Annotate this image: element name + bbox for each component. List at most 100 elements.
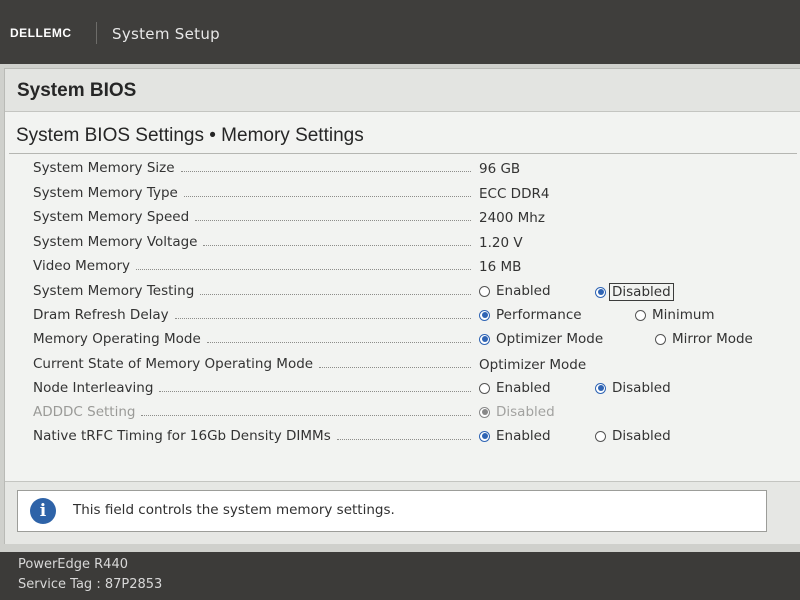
leader-dots — [174, 318, 471, 319]
setting-label-text: System Memory Voltage — [33, 234, 198, 250]
setting-value: 1.20 V — [479, 235, 523, 251]
setting-label: System Memory Voltage — [33, 234, 471, 250]
setting-row-dram-refresh-delay[interactable]: Dram Refresh Delay Performance Minimum — [5, 304, 800, 328]
setting-row-system-memory-voltage: System Memory Voltage 1.20 V — [5, 231, 800, 255]
setting-label: ADDDC Setting — [33, 404, 471, 420]
radio-selected-icon — [479, 406, 490, 418]
leader-dots — [200, 294, 471, 295]
radio-option-disabled[interactable]: Disabled — [595, 283, 674, 301]
setting-label-text: System Memory Size — [33, 160, 175, 176]
radio-option-label: Disabled — [609, 283, 674, 301]
service-tag: Service Tag : 87P2853 — [18, 577, 163, 592]
settings-panel: System BIOS System BIOS Settings • Memor… — [4, 68, 800, 544]
setting-row-adddc-setting: ADDDC Setting Disabled — [5, 401, 800, 425]
section-title-bar: System BIOS — [5, 69, 800, 112]
setting-label: Current State of Memory Operating Mode — [33, 356, 471, 372]
radio-option-label: Minimum — [652, 307, 715, 323]
radio-option-disabled[interactable]: Disabled — [595, 428, 671, 444]
app-title: System Setup — [112, 25, 220, 43]
radio-unselected-icon[interactable] — [635, 309, 646, 321]
leader-dots — [136, 269, 471, 270]
radio-option-label: Enabled — [496, 428, 551, 444]
system-model: PowerEdge R440 — [18, 557, 128, 572]
setting-row-native-trfc-timing-for-16gb-density-dimms[interactable]: Native tRFC Timing for 16Gb Density DIMM… — [5, 425, 800, 449]
leader-dots — [180, 171, 471, 172]
radio-option-label: Disabled — [612, 428, 671, 444]
help-text: This field controls the system memory se… — [73, 502, 395, 518]
setting-value: 16 MB — [479, 259, 522, 275]
leader-dots — [141, 415, 471, 416]
setting-label: Dram Refresh Delay — [33, 307, 471, 323]
setting-label-text: ADDDC Setting — [33, 404, 136, 420]
setting-label: Node Interleaving — [33, 380, 471, 396]
setting-row-video-memory: Video Memory 16 MB — [5, 255, 800, 279]
setting-label-text: Memory Operating Mode — [33, 331, 201, 347]
page-heading: System BIOS Settings • Memory Settings — [16, 125, 364, 146]
header-divider — [96, 22, 97, 44]
setting-row-system-memory-testing[interactable]: System Memory Testing Enabled Disabled — [5, 280, 800, 304]
setting-row-node-interleaving[interactable]: Node Interleaving Enabled Disabled — [5, 377, 800, 401]
setting-label: System Memory Testing — [33, 283, 471, 299]
info-icon: i — [30, 498, 56, 524]
setting-row-system-memory-speed: System Memory Speed 2400 Mhz — [5, 206, 800, 230]
radio-selected-icon[interactable] — [479, 309, 490, 321]
setting-label: System Memory Size — [33, 160, 471, 176]
radio-option-mirror-mode[interactable]: Mirror Mode — [655, 331, 753, 347]
radio-unselected-icon[interactable] — [479, 285, 490, 297]
setting-label-text: Native tRFC Timing for 16Gb Density DIMM… — [33, 428, 331, 444]
radio-selected-icon[interactable] — [479, 333, 490, 345]
radio-option-enabled[interactable]: Enabled — [479, 283, 551, 299]
help-area: i This field controls the system memory … — [5, 481, 800, 544]
leader-dots — [319, 367, 471, 368]
radio-option-enabled[interactable]: Enabled — [479, 428, 551, 444]
leader-dots — [195, 220, 471, 221]
radio-option-label: Disabled — [612, 380, 671, 396]
setting-value: 2400 Mhz — [479, 210, 545, 226]
radio-unselected-icon[interactable] — [655, 333, 666, 345]
radio-selected-icon[interactable] — [595, 382, 606, 394]
radio-option-optimizer-mode[interactable]: Optimizer Mode — [479, 331, 603, 347]
setting-row-current-state-of-memory-operating-mode: Current State of Memory Operating Mode Op… — [5, 353, 800, 377]
setting-label: Native tRFC Timing for 16Gb Density DIMM… — [33, 428, 471, 444]
radio-option-label: Disabled — [496, 404, 555, 420]
setting-value: 96 GB — [479, 161, 521, 177]
setting-row-memory-operating-mode[interactable]: Memory Operating Mode Optimizer Mode Mirro… — [5, 328, 800, 352]
setting-label: System Memory Speed — [33, 209, 471, 225]
setting-label-text: Dram Refresh Delay — [33, 307, 169, 323]
setting-label-text: Video Memory — [33, 258, 131, 274]
leader-dots — [203, 245, 471, 246]
leader-dots — [336, 439, 471, 440]
leader-dots — [159, 391, 471, 392]
radio-option-label: Enabled — [496, 380, 551, 396]
radio-selected-icon[interactable] — [479, 430, 490, 442]
radio-option-label: Enabled — [496, 283, 551, 299]
leader-dots — [206, 342, 471, 343]
radio-option-label: Optimizer Mode — [496, 331, 604, 347]
setting-row-system-memory-type: System Memory Type ECC DDR4 — [5, 182, 800, 206]
setting-label: System Memory Type — [33, 185, 471, 201]
top-bar: DELLEMC System Setup — [0, 0, 800, 64]
setting-label-text: System Memory Speed — [33, 209, 190, 225]
setting-value: ECC DDR4 — [479, 186, 550, 202]
setting-value: Optimizer Mode — [479, 357, 587, 373]
setting-label: Video Memory — [33, 258, 471, 274]
section-title: System BIOS — [17, 80, 137, 101]
radio-unselected-icon[interactable] — [479, 382, 490, 394]
leader-dots — [183, 196, 471, 197]
dell-emc-logo: DELLEMC — [10, 26, 72, 40]
heading-divider — [9, 153, 797, 154]
radio-option-disabled[interactable]: Disabled — [595, 380, 671, 396]
radio-option-disabled: Disabled — [479, 404, 555, 420]
setting-label-text: System Memory Testing — [33, 283, 195, 299]
radio-option-performance[interactable]: Performance — [479, 307, 582, 323]
radio-option-label: Performance — [496, 307, 582, 323]
radio-option-minimum[interactable]: Minimum — [635, 307, 715, 323]
radio-selected-icon[interactable] — [595, 286, 606, 298]
help-box: i This field controls the system memory … — [17, 490, 767, 532]
radio-option-enabled[interactable]: Enabled — [479, 380, 551, 396]
setting-label-text: System Memory Type — [33, 185, 178, 201]
setting-label: Memory Operating Mode — [33, 331, 471, 347]
radio-unselected-icon[interactable] — [595, 430, 606, 442]
setting-label-text: Node Interleaving — [33, 380, 154, 396]
setting-label-text: Current State of Memory Operating Mode — [33, 356, 314, 372]
